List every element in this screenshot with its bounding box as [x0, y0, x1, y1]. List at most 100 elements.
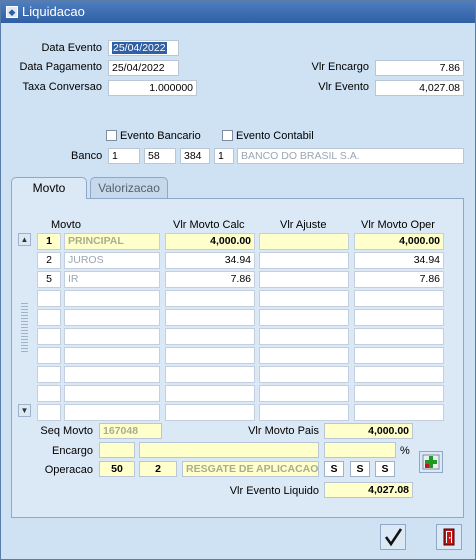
- cell-name[interactable]: JUROS: [64, 252, 160, 269]
- scroll-down-icon[interactable]: ▼: [18, 404, 31, 417]
- cell-ajuste[interactable]: [259, 290, 349, 307]
- taxa-conversao-field[interactable]: 1.000000: [108, 80, 197, 96]
- vlr-evento-field[interactable]: 4,027.08: [375, 80, 464, 96]
- tab-movto[interactable]: Movto: [11, 177, 87, 199]
- liquidacao-window: ◆ Liquidacao Data Evento 25/04/2022 Data…: [0, 0, 476, 560]
- cell-ajuste[interactable]: [259, 309, 349, 326]
- cell-code[interactable]: [37, 328, 61, 345]
- cell-calc[interactable]: [165, 347, 255, 364]
- cell-name[interactable]: IR: [64, 271, 160, 288]
- banco-code1-field[interactable]: 1: [108, 148, 140, 164]
- cell-ajuste[interactable]: [259, 252, 349, 269]
- exit-button[interactable]: [436, 524, 462, 550]
- col-header-movto: Movto: [51, 219, 81, 231]
- seq-movto-field[interactable]: 167048: [99, 423, 162, 439]
- operacao-s3-field[interactable]: S: [375, 461, 395, 477]
- add-button[interactable]: [419, 451, 443, 473]
- vlr-encargo-field[interactable]: 7.86: [375, 60, 464, 76]
- cell-calc[interactable]: 7.86: [165, 271, 255, 288]
- cell-ajuste[interactable]: [259, 271, 349, 288]
- vlr-evento-label: Vlr Evento: [318, 81, 369, 93]
- ok-button[interactable]: [380, 524, 406, 550]
- encargo-code-field[interactable]: [99, 442, 135, 458]
- operacao-code2-field[interactable]: 2: [139, 461, 177, 477]
- cell-calc[interactable]: [165, 404, 255, 421]
- cell-code[interactable]: 1: [37, 233, 61, 250]
- encargo-desc-field[interactable]: [139, 442, 319, 458]
- scroll-grip[interactable]: [21, 303, 28, 353]
- cell-calc[interactable]: [165, 309, 255, 326]
- cell-code[interactable]: [37, 290, 61, 307]
- data-evento-label: Data Evento: [41, 42, 102, 54]
- title-bar: ◆ Liquidacao: [1, 1, 475, 23]
- evento-contabil-checkbox[interactable]: [222, 130, 233, 141]
- data-evento-field[interactable]: 25/04/2022: [108, 40, 179, 56]
- operacao-code1-field[interactable]: 50: [99, 461, 135, 477]
- cell-code[interactable]: 5: [37, 271, 61, 288]
- cell-ajuste[interactable]: [259, 366, 349, 383]
- cell-calc[interactable]: 4,000.00: [165, 233, 255, 250]
- evento-bancario-label: Evento Bancario: [120, 130, 201, 142]
- cell-name[interactable]: [64, 290, 160, 307]
- cell-name[interactable]: [64, 404, 160, 421]
- cell-oper[interactable]: [354, 309, 444, 326]
- encargo-percent-field[interactable]: [324, 442, 396, 458]
- cell-ajuste[interactable]: [259, 347, 349, 364]
- operacao-s1-field[interactable]: S: [324, 461, 344, 477]
- cell-calc[interactable]: [165, 290, 255, 307]
- banco-code4-field[interactable]: 1: [214, 148, 234, 164]
- operacao-s2-field[interactable]: S: [350, 461, 370, 477]
- cell-name[interactable]: [64, 347, 160, 364]
- cell-ajuste[interactable]: [259, 233, 349, 250]
- cell-oper[interactable]: [354, 385, 444, 402]
- cell-code[interactable]: [37, 385, 61, 402]
- cell-calc[interactable]: [165, 328, 255, 345]
- cell-name[interactable]: [64, 328, 160, 345]
- cell-oper[interactable]: [354, 404, 444, 421]
- operacao-desc-field[interactable]: RESGATE DE APLICACAO: [182, 461, 319, 477]
- banco-code2-field[interactable]: 58: [144, 148, 176, 164]
- table-scrollbar[interactable]: ▲ ▼: [18, 233, 31, 417]
- cell-name[interactable]: [64, 309, 160, 326]
- vlr-movto-pais-label: Vlr Movto Pais: [248, 425, 319, 437]
- col-header-calc: Vlr Movto Calc: [173, 219, 245, 231]
- cell-oper[interactable]: [354, 347, 444, 364]
- banco-code3-field[interactable]: 384: [180, 148, 210, 164]
- cell-name[interactable]: [64, 366, 160, 383]
- cell-oper[interactable]: 4,000.00: [354, 233, 444, 250]
- scroll-up-icon[interactable]: ▲: [18, 233, 31, 246]
- data-evento-value: 25/04/2022: [112, 42, 167, 54]
- cell-calc[interactable]: [165, 366, 255, 383]
- cell-ajuste[interactable]: [259, 404, 349, 421]
- cell-ajuste[interactable]: [259, 385, 349, 402]
- cell-oper[interactable]: [354, 328, 444, 345]
- cell-name[interactable]: PRINCIPAL: [64, 233, 160, 250]
- banco-name-field[interactable]: BANCO DO BRASIL S.A.: [237, 148, 464, 164]
- tab-valorizacao[interactable]: Valorizacao: [90, 177, 168, 199]
- cell-name[interactable]: [64, 385, 160, 402]
- cell-code[interactable]: [37, 404, 61, 421]
- banco-label: Banco: [71, 150, 103, 162]
- cell-oper[interactable]: [354, 290, 444, 307]
- cell-oper[interactable]: [354, 366, 444, 383]
- cell-ajuste[interactable]: [259, 328, 349, 345]
- cell-oper[interactable]: 34.94: [354, 252, 444, 269]
- cell-code[interactable]: [37, 347, 61, 364]
- data-pagamento-field[interactable]: 25/04/2022: [108, 60, 179, 76]
- vlr-evento-liquido-label: Vlr Evento Liquido: [229, 485, 319, 497]
- cell-code[interactable]: [37, 366, 61, 383]
- cell-code[interactable]: 2: [37, 252, 61, 269]
- vlr-evento-liquido-field[interactable]: 4,027.08: [324, 482, 413, 498]
- cell-calc[interactable]: 34.94: [165, 252, 255, 269]
- cell-calc[interactable]: [165, 385, 255, 402]
- cell-oper[interactable]: 7.86: [354, 271, 444, 288]
- operacao-label: Operacao: [44, 464, 93, 476]
- vlr-encargo-label: Vlr Encargo: [311, 61, 369, 73]
- evento-bancario-checkbox[interactable]: [106, 130, 117, 141]
- window-title: Liquidacao: [22, 4, 85, 19]
- encargo-label: Encargo: [52, 445, 93, 457]
- app-icon: ◆: [6, 6, 18, 18]
- vlr-movto-pais-field[interactable]: 4,000.00: [324, 423, 413, 439]
- seq-movto-label: Seq Movto: [40, 425, 93, 437]
- cell-code[interactable]: [37, 309, 61, 326]
